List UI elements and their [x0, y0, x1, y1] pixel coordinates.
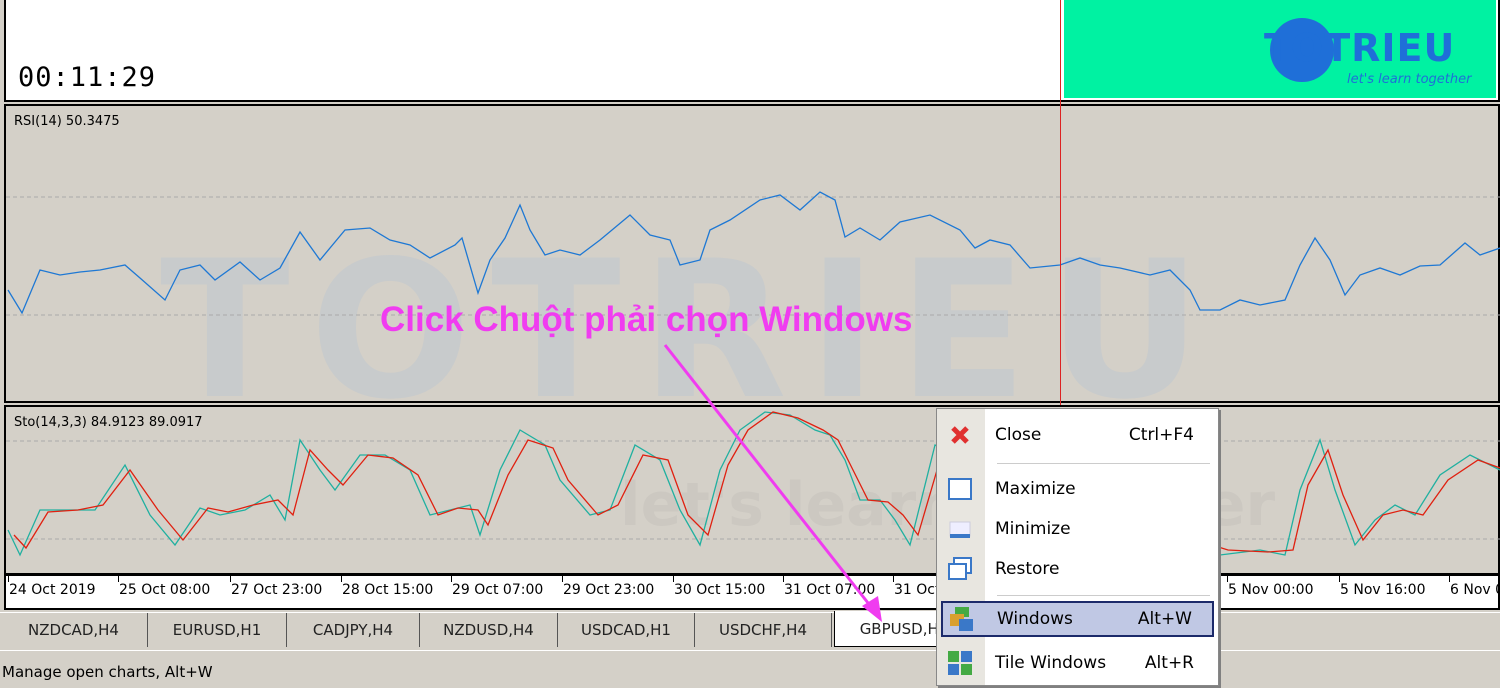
tile-windows-icon [947, 650, 973, 676]
tab-nzdcad-h4[interactable]: NZDCAD,H4 [0, 613, 148, 647]
time-label: 29 Oct 23:00 [563, 582, 655, 598]
rsi-line [7, 191, 1500, 315]
windows-icon [949, 606, 975, 632]
menu-item-tile-windows[interactable]: Tile Windows Alt+R [941, 645, 1214, 681]
time-label: 5 Nov 16:00 [1340, 582, 1426, 598]
time-axis: 24 Oct 2019 25 Oct 08:00 27 Oct 23:00 28 Oc… [4, 575, 1500, 610]
menu-item-label: Restore [995, 559, 1060, 579]
tab-label: NZDCAD,H4 [28, 621, 119, 639]
tab-cadjpy-h4[interactable]: CADJPY,H4 [287, 613, 420, 647]
menu-separator [997, 595, 1210, 597]
time-label: 6 Nov 08:00 [1450, 582, 1500, 598]
tab-usdchf-h4[interactable]: USDCHF,H4 [695, 613, 832, 647]
tab-label: USDCHF,H4 [718, 621, 808, 639]
chart-tabs: NZDCAD,H4 EURUSD,H1 CADJPY,H4 NZDUSD,H4 USDC… [0, 611, 1500, 648]
menu-item-restore[interactable]: Restore [941, 551, 1214, 587]
context-menu: Close Ctrl+F4 Maximize Minimize Restore Windo… [936, 408, 1219, 686]
time-label: 5 Nov 00:00 [1228, 582, 1314, 598]
menu-item-label: Tile Windows [995, 653, 1107, 673]
menu-item-windows[interactable]: Windows Alt+W [941, 601, 1214, 637]
time-label: 24 Oct 2019 [9, 582, 96, 598]
status-bar: Manage open charts, Alt+W [0, 650, 1500, 688]
time-label: 25 Oct 08:00 [119, 582, 211, 598]
tab-usdcad-h1[interactable]: USDCAD,H1 [558, 613, 695, 647]
tab-label: NZDUSD,H4 [443, 621, 534, 639]
menu-item-maximize[interactable]: Maximize [941, 471, 1214, 507]
tab-label: GBPUSD,H4 [859, 619, 949, 638]
tab-label: EURUSD,H1 [172, 621, 262, 639]
tab-label: CADJPY,H4 [312, 621, 394, 639]
tab-label: USDCAD,H1 [581, 621, 671, 639]
status-text: Manage open charts, Alt+W [2, 663, 213, 681]
time-label: 30 Oct 15:00 [674, 582, 766, 598]
close-icon [947, 422, 973, 448]
menu-item-minimize[interactable]: Minimize [941, 511, 1214, 547]
menu-item-shortcut: Ctrl+F4 [1128, 425, 1194, 445]
menu-separator [997, 463, 1210, 465]
menu-item-label: Close [995, 425, 1042, 445]
crosshair-vertical-line [1060, 0, 1061, 405]
annotation-text: Click Chuột phải chọn Windows [380, 300, 913, 339]
stochastic-main-line [7, 411, 1500, 557]
menu-item-label: Maximize [995, 479, 1076, 499]
time-label: 28 Oct 15:00 [342, 582, 434, 598]
time-label: 27 Oct 23:00 [231, 582, 323, 598]
menu-item-shortcut: Alt+W [1137, 609, 1192, 629]
maximize-icon [947, 476, 973, 502]
stochastic-signal-line [13, 411, 1500, 553]
tab-eurusd-h1[interactable]: EURUSD,H1 [148, 613, 287, 647]
menu-item-label: Minimize [995, 519, 1071, 539]
menu-item-label: Windows [997, 609, 1073, 629]
tab-nzdusd-h4[interactable]: NZDUSD,H4 [420, 613, 558, 647]
restore-icon [947, 556, 973, 582]
time-label: 31 Oct 07:00 [784, 582, 876, 598]
minimize-icon [947, 516, 973, 542]
menu-item-shortcut: Alt+R [1144, 653, 1194, 673]
time-label: 29 Oct 07:00 [452, 582, 544, 598]
menu-item-close[interactable]: Close Ctrl+F4 [941, 417, 1214, 453]
